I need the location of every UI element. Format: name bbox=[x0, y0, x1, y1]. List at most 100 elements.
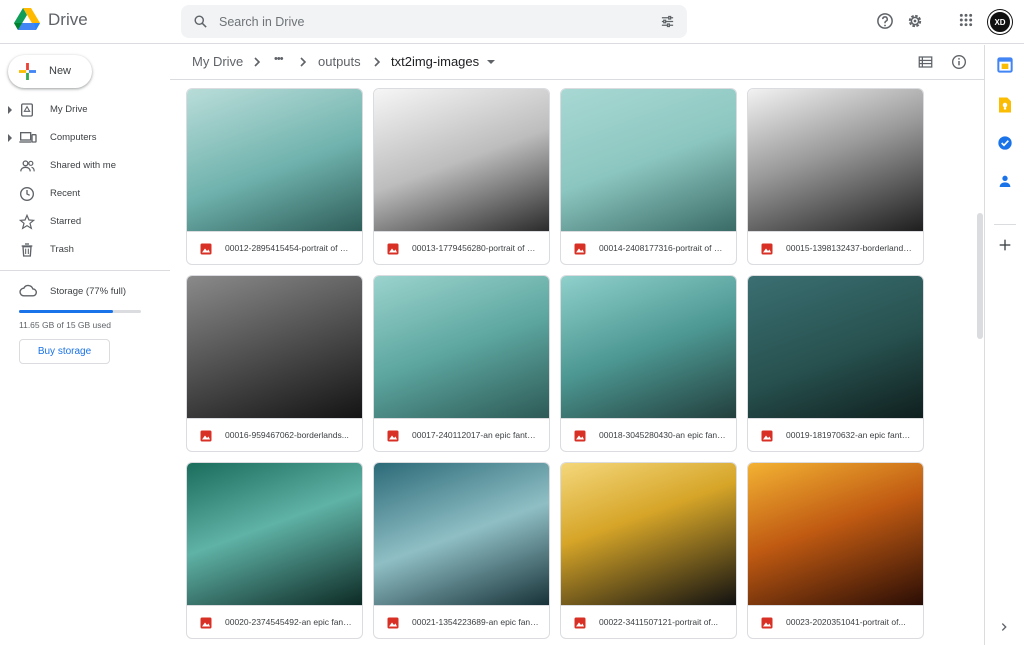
tasks-icon[interactable] bbox=[997, 135, 1013, 151]
expand-panel-chevron-icon[interactable] bbox=[999, 621, 1009, 633]
file-name: 00022-3411507121-portrait of... bbox=[599, 617, 718, 627]
file-card[interactable]: 00018-3045280430-an epic fantasy... bbox=[560, 275, 737, 452]
sidebar-item-label: Recent bbox=[50, 188, 81, 199]
clock-icon bbox=[20, 187, 34, 201]
image-thumbnail[interactable] bbox=[748, 89, 923, 231]
image-thumbnail[interactable] bbox=[561, 89, 736, 231]
dropdown-arrow-icon[interactable] bbox=[486, 58, 496, 66]
image-thumbnail[interactable] bbox=[187, 89, 362, 231]
image-thumbnail[interactable] bbox=[374, 89, 549, 231]
computers-icon bbox=[19, 132, 37, 143]
side-panel bbox=[984, 45, 1024, 645]
image-thumbnail[interactable] bbox=[748, 276, 923, 418]
file-caption[interactable]: 00021-1354223689-an epic fantasy... bbox=[374, 605, 549, 638]
image-file-icon bbox=[761, 430, 773, 442]
file-card[interactable]: 00014-2408177316-portrait of geralt... bbox=[560, 88, 737, 265]
sidebar-item-trash[interactable]: Trash bbox=[0, 237, 168, 263]
sidebar-item-storage[interactable]: Storage (77% full) bbox=[0, 279, 168, 305]
file-card[interactable]: 00017-240112017-an epic fantasy... bbox=[373, 275, 550, 452]
image-thumbnail[interactable] bbox=[187, 276, 362, 418]
sidebar-item-recent[interactable]: Recent bbox=[0, 181, 168, 207]
file-name: 00023-2020351041-portrait of... bbox=[786, 617, 906, 627]
sidebar-item-my-drive[interactable]: My Drive bbox=[0, 97, 168, 123]
file-card[interactable]: 00023-2020351041-portrait of... bbox=[747, 462, 924, 639]
image-thumbnail[interactable] bbox=[374, 463, 549, 605]
star-icon bbox=[19, 214, 35, 230]
image-file-icon bbox=[761, 617, 773, 629]
search-input[interactable] bbox=[219, 5, 639, 38]
file-caption[interactable]: 00014-2408177316-portrait of geralt... bbox=[561, 231, 736, 264]
storage-label: Storage (77% full) bbox=[50, 286, 127, 297]
account-avatar[interactable]: XD bbox=[988, 10, 1012, 34]
file-card[interactable]: 00015-1398132437-borderlands... bbox=[747, 88, 924, 265]
breadcrumb-outputs[interactable]: outputs bbox=[318, 54, 361, 69]
sidebar-item-label: My Drive bbox=[50, 104, 88, 115]
top-bar: Drive XD bbox=[0, 0, 1024, 44]
cloud-icon bbox=[19, 284, 37, 297]
expand-arrow-icon[interactable] bbox=[8, 106, 12, 114]
calendar-icon[interactable] bbox=[997, 57, 1013, 73]
keep-icon[interactable] bbox=[997, 96, 1013, 114]
settings-gear-icon[interactable] bbox=[906, 12, 924, 30]
image-thumbnail[interactable] bbox=[561, 276, 736, 418]
file-caption[interactable]: 00013-1779456280-portrait of geralt... bbox=[374, 231, 549, 264]
file-caption[interactable]: 00022-3411507121-portrait of... bbox=[561, 605, 736, 638]
image-file-icon bbox=[574, 243, 586, 255]
image-thumbnail[interactable] bbox=[748, 463, 923, 605]
image-file-icon bbox=[574, 430, 586, 442]
expand-arrow-icon[interactable] bbox=[8, 134, 12, 142]
panel-divider bbox=[994, 224, 1016, 225]
image-thumbnail[interactable] bbox=[187, 463, 362, 605]
file-caption[interactable]: 00018-3045280430-an epic fantasy... bbox=[561, 418, 736, 451]
file-grid: 00012-2895415454-portrait of geralt... 00… bbox=[186, 88, 930, 645]
sidebar-item-label: Shared with me bbox=[50, 160, 117, 171]
file-name: 00014-2408177316-portrait of geralt... bbox=[599, 243, 727, 253]
file-card[interactable]: 00013-1779456280-portrait of geralt... bbox=[373, 88, 550, 265]
help-icon[interactable] bbox=[876, 12, 894, 30]
file-card[interactable]: 00016-959467062-borderlands... bbox=[186, 275, 363, 452]
list-view-icon[interactable] bbox=[918, 55, 933, 69]
breadcrumb-my-drive[interactable]: My Drive bbox=[192, 54, 243, 69]
file-caption[interactable]: 00017-240112017-an epic fantasy... bbox=[374, 418, 549, 451]
storage-progress-fill bbox=[19, 310, 113, 313]
file-caption[interactable]: 00016-959467062-borderlands... bbox=[187, 418, 362, 451]
search-bar[interactable] bbox=[181, 5, 687, 38]
search-icon[interactable] bbox=[193, 14, 208, 29]
image-file-icon bbox=[387, 617, 399, 629]
file-card[interactable]: 00022-3411507121-portrait of... bbox=[560, 462, 737, 639]
plus-icon bbox=[19, 63, 36, 80]
sidebar-divider bbox=[0, 270, 170, 271]
file-card[interactable]: 00021-1354223689-an epic fantasy... bbox=[373, 462, 550, 639]
new-button[interactable]: New bbox=[8, 55, 92, 88]
file-name: 00015-1398132437-borderlands... bbox=[786, 243, 914, 253]
chevron-right-icon bbox=[300, 57, 307, 67]
file-caption[interactable]: 00020-2374545492-an epic fantasy... bbox=[187, 605, 362, 638]
breadcrumb-more-folders[interactable]: ••• bbox=[274, 53, 284, 65]
breadcrumb-current-folder[interactable]: txt2img-images bbox=[391, 54, 479, 69]
shared-icon bbox=[20, 160, 35, 172]
info-icon[interactable] bbox=[951, 54, 967, 70]
trash-icon bbox=[21, 243, 33, 257]
search-options-icon[interactable] bbox=[660, 14, 675, 29]
file-card[interactable]: 00012-2895415454-portrait of geralt... bbox=[186, 88, 363, 265]
file-name: 00021-1354223689-an epic fantasy... bbox=[412, 617, 540, 627]
apps-grid-icon[interactable] bbox=[958, 12, 974, 28]
file-caption[interactable]: 00012-2895415454-portrait of geralt... bbox=[187, 231, 362, 264]
add-addon-icon[interactable] bbox=[997, 237, 1013, 253]
file-card[interactable]: 00019-181970632-an epic fantasy... bbox=[747, 275, 924, 452]
file-caption[interactable]: 00023-2020351041-portrait of... bbox=[748, 605, 923, 638]
sidebar-item-shared-with-me[interactable]: Shared with me bbox=[0, 153, 168, 179]
file-caption[interactable]: 00019-181970632-an epic fantasy... bbox=[748, 418, 923, 451]
image-thumbnail[interactable] bbox=[561, 463, 736, 605]
drive-logo[interactable]: Drive bbox=[14, 8, 88, 31]
scrollbar[interactable] bbox=[977, 213, 983, 339]
sidebar-item-computers[interactable]: Computers bbox=[0, 125, 168, 151]
file-caption[interactable]: 00015-1398132437-borderlands... bbox=[748, 231, 923, 264]
image-file-icon bbox=[761, 243, 773, 255]
contacts-icon[interactable] bbox=[997, 173, 1013, 189]
image-thumbnail[interactable] bbox=[374, 276, 549, 418]
file-name: 00013-1779456280-portrait of geralt... bbox=[412, 243, 540, 253]
sidebar-item-starred[interactable]: Starred bbox=[0, 209, 168, 235]
file-card[interactable]: 00020-2374545492-an epic fantasy... bbox=[186, 462, 363, 639]
buy-storage-button[interactable]: Buy storage bbox=[19, 339, 110, 364]
